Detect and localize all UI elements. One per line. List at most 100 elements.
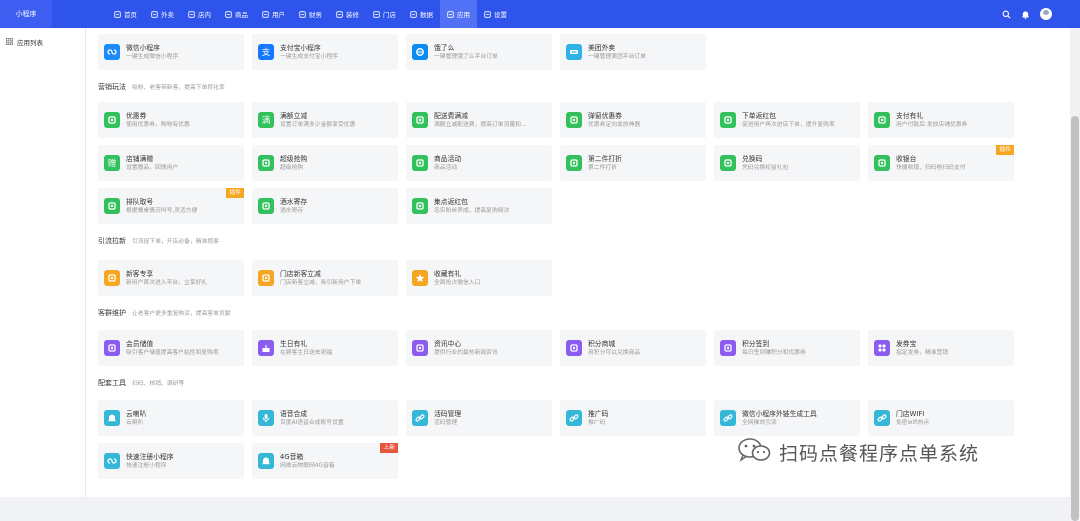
app-card-text: 酒水寄存 酒水寄存	[280, 197, 307, 216]
nav-item-decorate[interactable]: 装修	[329, 0, 366, 28]
nav-item-shop[interactable]: 门店	[366, 0, 403, 28]
search-icon[interactable]	[1002, 10, 1011, 19]
app-card[interactable]: 支付有礼 用户付款后 发放店铺优惠券	[868, 102, 1014, 138]
app-card[interactable]: 配送费满减 满额立减配送费，提高订单流量和...	[406, 102, 552, 138]
app-card-grid: 微信小程序 一键生成微信小程序 支支付宝小程序 一键生成支付宝小程序 饿了么 一键管理饿了…	[98, 34, 1014, 70]
app-card[interactable]: 新客专享 新用户首次进入平台，立享好礼	[98, 260, 244, 296]
app-card[interactable]: 收藏有礼 全面抢占微信入口	[406, 260, 552, 296]
app-card[interactable]: 满满额立减 设置订单满多少金额享受优惠	[252, 102, 398, 138]
app-card[interactable]: 超级抢购 超级抢购	[252, 145, 398, 181]
app-card[interactable]: 排队取号 根据餐桌情况叫号,灵活方便 插件	[98, 188, 244, 224]
app-description: 使用优惠券，购物有优惠	[126, 121, 190, 128]
section-header: 营销玩法 吸粉、老客带新客，提高下单转化率	[98, 82, 225, 92]
app-card[interactable]: 快速注册小程序 快速注册小程序	[98, 443, 244, 479]
app-card[interactable]: 弹窗优惠券 优惠券定向发放神器	[560, 102, 706, 138]
app-name: 弹窗优惠券	[588, 111, 622, 120]
app-card[interactable]: 发券宝 指定发券，精准营销	[868, 330, 1014, 366]
svg-text:赠: 赠	[108, 158, 117, 168]
app-card[interactable]: 语音合成 百度AI语音合成账号设置	[252, 400, 398, 436]
finance-icon	[299, 10, 306, 18]
recharge-icon	[104, 340, 120, 356]
app-card[interactable]: 集点返红包 忠实粉丝养成，提高复购频次	[406, 188, 552, 224]
app-card[interactable]: 收银台 快捷收银、扫码枪扫码支付 插件	[868, 145, 1014, 181]
user-avatar[interactable]	[1040, 8, 1052, 20]
app-card[interactable]: 推广码 推广码	[560, 400, 706, 436]
flash-sale-icon	[258, 155, 274, 171]
app-name: 排队取号	[126, 197, 154, 206]
vertical-scrollbar[interactable]	[1070, 28, 1080, 521]
goods-activity-icon	[412, 155, 428, 171]
app-name: 支付有礼	[896, 111, 924, 120]
coupon-icon	[104, 112, 120, 128]
app-card-text: 优惠券 使用优惠券，购物有优惠	[126, 111, 190, 130]
app-logo[interactable]: 小程序	[0, 0, 52, 28]
nav-item-chart[interactable]: 数据	[403, 0, 440, 28]
nav-item-settings[interactable]: 设置	[477, 0, 514, 28]
sidebar-item-app-list[interactable]: 应用列表	[0, 28, 85, 47]
apps-icon	[6, 37, 13, 47]
app-card[interactable]: 生日有礼 在顾客生日送去祝福	[252, 330, 398, 366]
app-card[interactable]: 支支付宝小程序 一键生成支付宝小程序	[252, 34, 398, 70]
app-card-text: 饿了么 一键管理饿了么平台订单	[434, 43, 498, 62]
app-card-text: 活码管理 活码管理	[434, 409, 461, 428]
app-card[interactable]: 积分签到 每日签到赚积分和优惠券	[714, 330, 860, 366]
app-card[interactable]: 活码管理 活码管理	[406, 400, 552, 436]
decorate-icon	[336, 10, 343, 18]
nav-label: 设置	[494, 11, 507, 19]
app-card[interactable]: 商品活动 商品活动	[406, 145, 552, 181]
new-reduce-icon	[258, 270, 274, 286]
app-card-text: 排队取号 根据餐桌情况叫号,灵活方便	[126, 197, 197, 216]
app-description: 免密wifi热点	[896, 419, 930, 426]
app-name: 支付宝小程序	[280, 43, 321, 52]
app-card[interactable]: 下单返红包 促进用户再次进店下单，提升复购率	[714, 102, 860, 138]
nav-item-home[interactable]: 首页	[107, 0, 144, 28]
app-name: 会员储值	[126, 339, 154, 348]
app-card[interactable]: 微信小程序 一键生成微信小程序	[98, 34, 244, 70]
app-description: 百度AI语音合成账号设置	[280, 419, 344, 426]
app-card-text: 配送费满减 满额立减配送费，提高订单流量和...	[434, 111, 526, 130]
app-card[interactable]: 兑换码 凭码兑换权益礼包	[714, 145, 860, 181]
apps-icon	[447, 10, 454, 18]
nav-item-user[interactable]: 用户	[255, 0, 292, 28]
nav-label: 财务	[309, 11, 322, 19]
app-card[interactable]: 云喇叭 云喇叭	[98, 400, 244, 436]
app-card-text: 积分签到 每日签到赚积分和优惠券	[742, 339, 806, 358]
nav-item-store[interactable]: 店内	[181, 0, 218, 28]
app-description: 一键管理美团平台订单	[588, 53, 646, 60]
app-description: 促进用户再次进店下单，提升复购率	[742, 121, 835, 128]
app-card[interactable]: 门店WIFI 免密wifi热点	[868, 400, 1014, 436]
nav-item-delivery[interactable]: 外卖	[144, 0, 181, 28]
app-card[interactable]: 美团外卖 一键管理美团平台订单	[560, 34, 706, 70]
full-reduce-icon: 满	[258, 112, 274, 128]
app-card-text: 超级抢购 超级抢购	[280, 154, 307, 173]
app-card[interactable]: 微信小程序外链生成工具 全网推效引流	[714, 400, 860, 436]
scrollbar-thumb[interactable]	[1071, 116, 1079, 521]
section-title: 配套工具	[98, 379, 126, 387]
app-card[interactable]: 资讯中心 提供行业的最热新闻资讯	[406, 330, 552, 366]
app-card[interactable]: 第二件打折 第二件打折	[560, 145, 706, 181]
bell-icon[interactable]	[1021, 10, 1030, 19]
app-card[interactable]: 饿了么 一键管理饿了么平台订单	[406, 34, 552, 70]
app-name: 配送费满减	[434, 111, 468, 120]
app-card[interactable]: 积分商城 用积分可以兑换商品	[560, 330, 706, 366]
nav-item-goods[interactable]: 商品	[218, 0, 255, 28]
app-card[interactable]: 门店新客立减 门店新客立减，吸引新用户下单	[252, 260, 398, 296]
app-name: 积分签到	[742, 339, 770, 348]
nav-item-finance[interactable]: 财务	[292, 0, 329, 28]
coupon-send-icon	[874, 340, 890, 356]
app-card[interactable]: 4G音箱 网维云物联网4G音箱 上新	[252, 443, 398, 479]
app-card-text: 第二件打折 第二件打折	[588, 154, 622, 173]
app-card[interactable]: 赠店铺满赠 设置赠品，回馈用户	[98, 145, 244, 181]
delivery-icon	[151, 10, 158, 18]
main-nav: 首页 外卖 店内 商品 用户 财务 装修 门店 数据 应用 设置	[107, 0, 514, 28]
nav-item-apps[interactable]: 应用	[440, 0, 477, 28]
sidebar: 应用列表	[0, 28, 86, 497]
app-description: 用户付款后 发放店铺优惠券	[896, 121, 968, 128]
app-card[interactable]: 酒水寄存 酒水寄存	[252, 188, 398, 224]
cloud-speaker-icon	[104, 410, 120, 426]
app-name: 语音合成	[280, 409, 308, 418]
app-name: 微信小程序外链生成工具	[742, 409, 817, 418]
nav-label: 门店	[383, 11, 396, 19]
app-card[interactable]: 优惠券 使用优惠券，购物有优惠	[98, 102, 244, 138]
app-card[interactable]: 会员储值 吸引客户储值提高客户粘性和复购率	[98, 330, 244, 366]
